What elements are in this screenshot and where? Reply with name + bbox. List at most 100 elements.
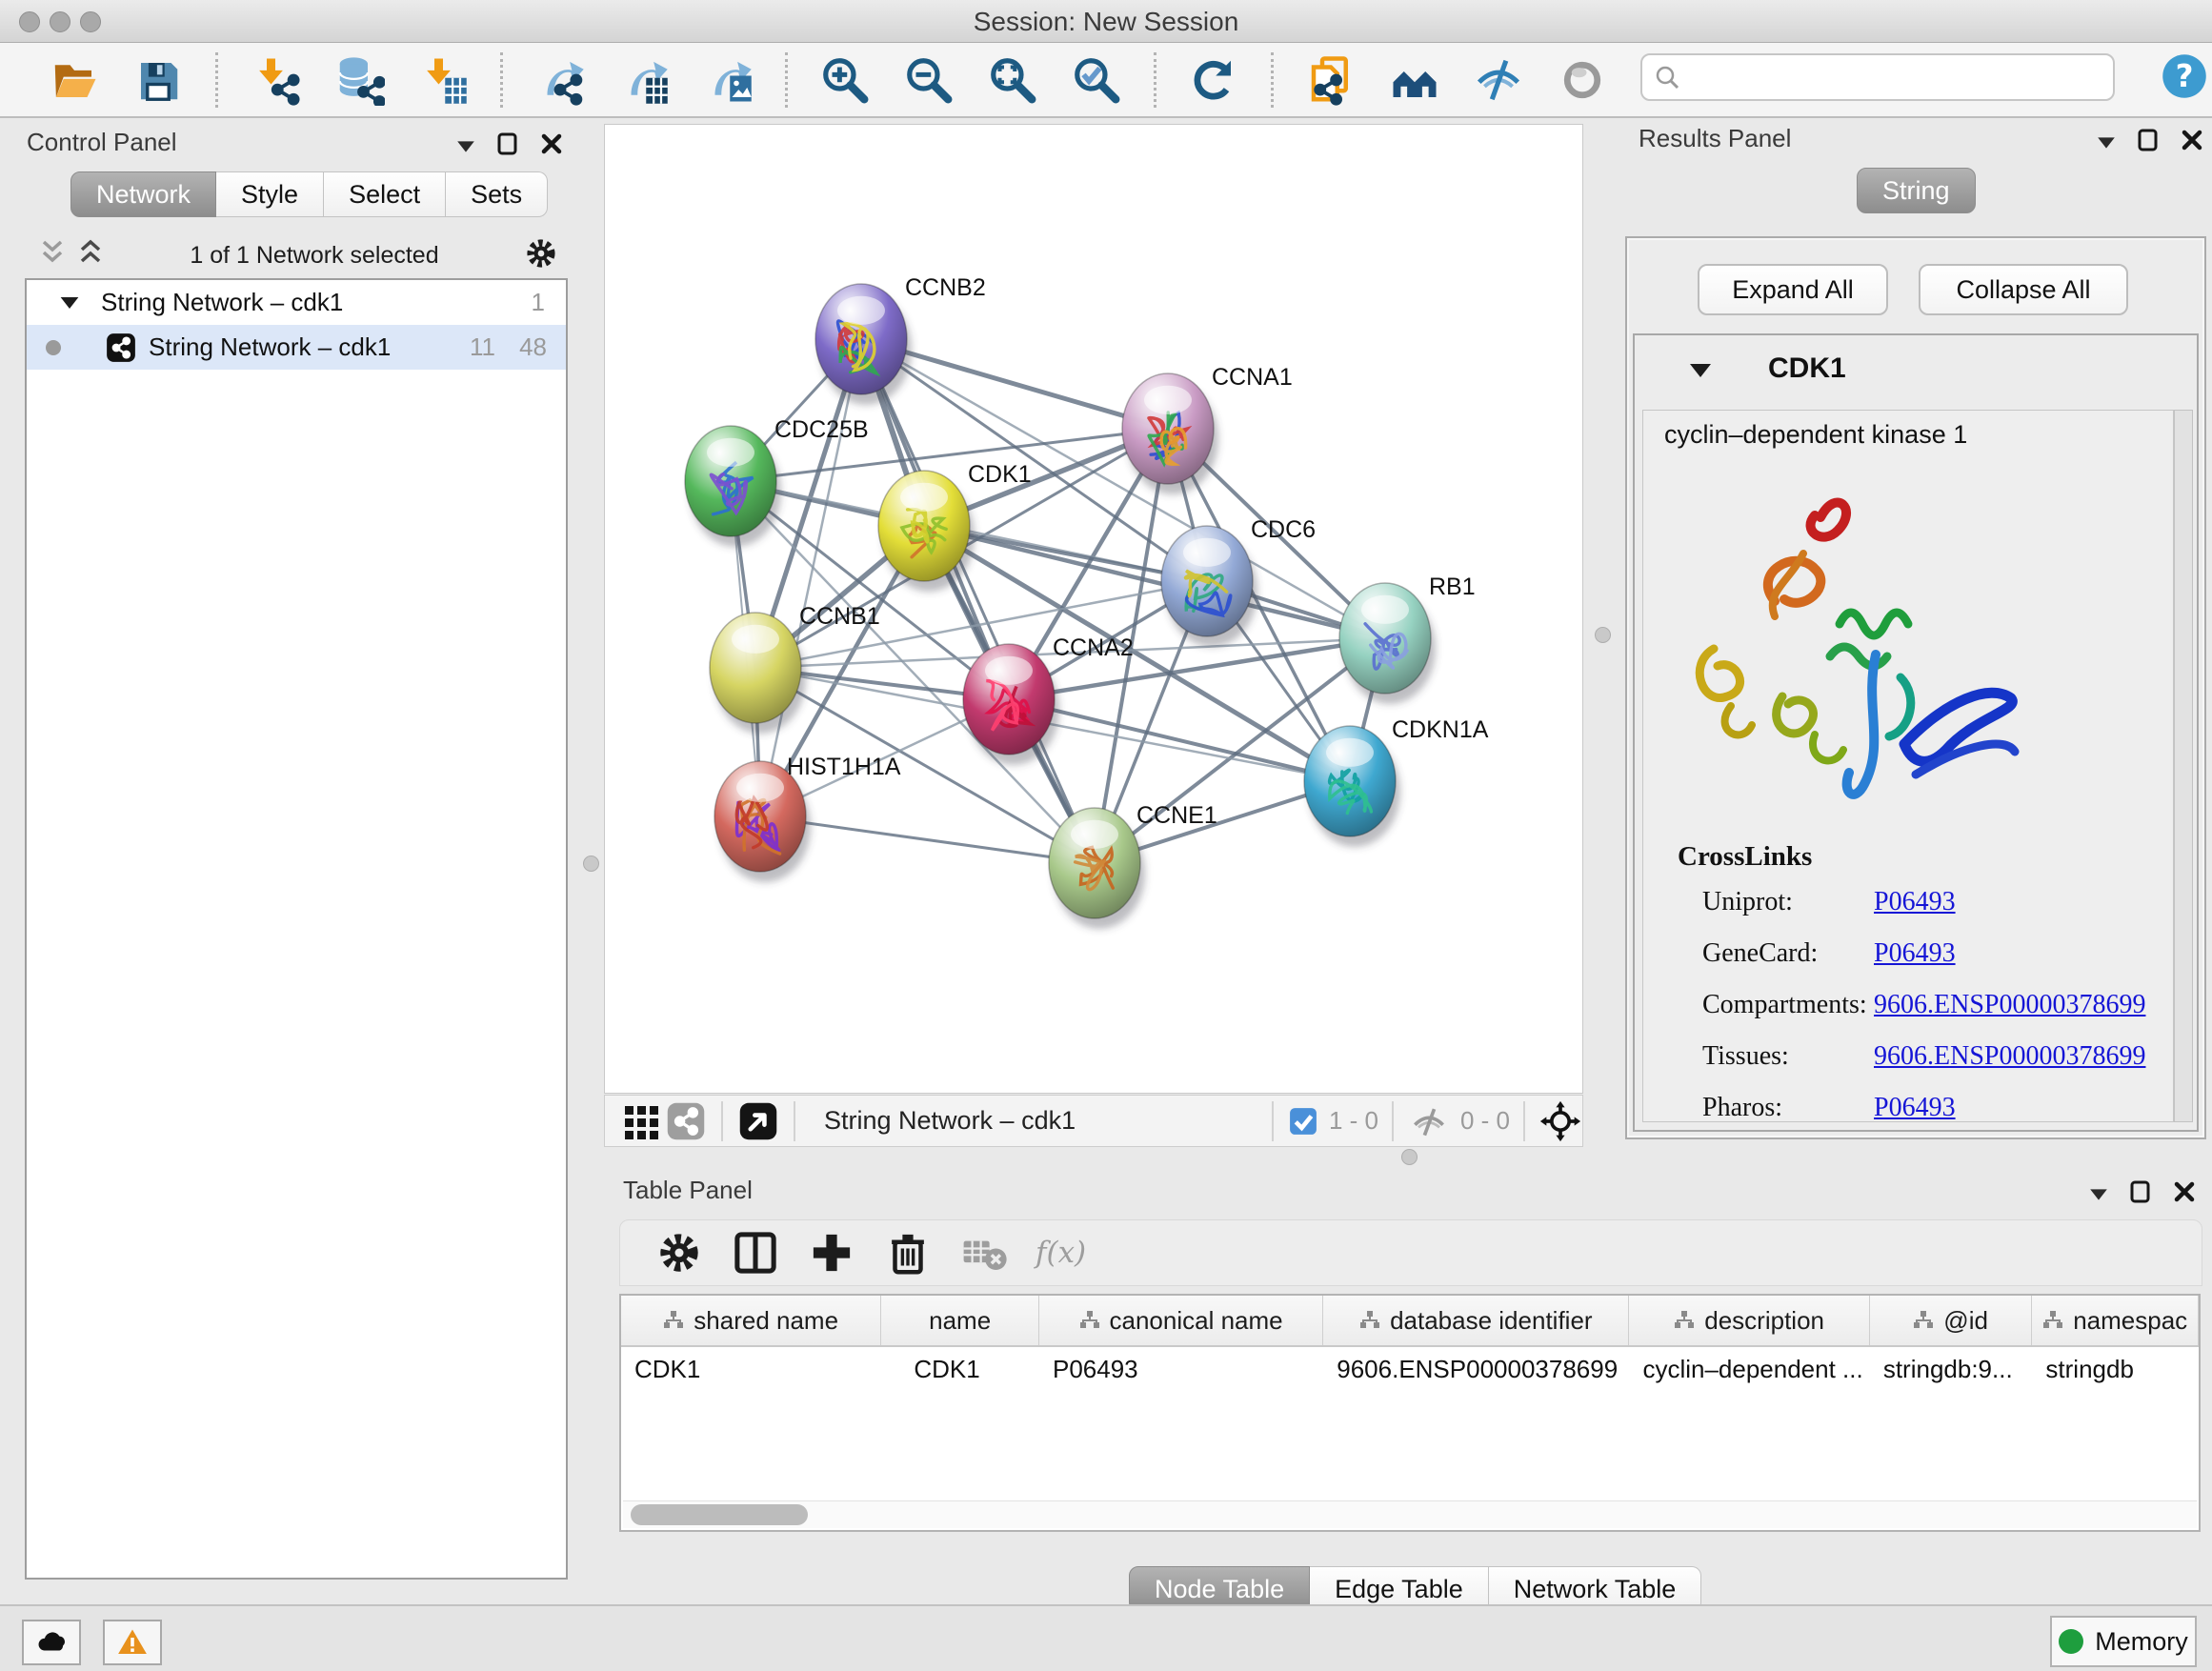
crosslink-link[interactable]: 9606.ENSP00000378699 [1874,1041,2145,1072]
column-header-description[interactable]: description [1629,1296,1869,1345]
network-node-HIST1H1A[interactable]: HIST1H1A [714,754,901,882]
hscroll-thumb[interactable] [631,1504,808,1525]
crosslink-link[interactable]: P06493 [1874,887,1956,917]
open-in-window-icon[interactable] [736,1099,780,1143]
horizontal-splitter-handle[interactable] [1401,1149,1418,1165]
close-panel-icon[interactable] [2172,1179,2197,1209]
network-graph[interactable]: CCNB2 CCNA1 CDC25BCDK1 CDC6RB1 CCNB1 CCNA2 CDK… [605,125,1582,1093]
import-table-icon[interactable] [415,52,471,108]
column-header-name[interactable]: name [881,1296,1039,1345]
export-network-icon[interactable] [533,52,588,108]
import-database-icon[interactable] [332,52,387,108]
table-cell[interactable]: CDK1 [881,1355,1039,1384]
column-header-databaseidentifier[interactable]: database identifier [1323,1296,1629,1345]
share-view-icon[interactable] [664,1099,708,1143]
warnings-button[interactable] [103,1620,162,1665]
table-cell[interactable]: stringdb:9... [1870,1355,2033,1384]
selected-checkbox[interactable] [1287,1099,1319,1143]
crosslink-link[interactable]: 9606.ENSP00000378699 [1874,990,2145,1020]
expand-all-icon[interactable] [74,237,107,274]
panel-menu-icon[interactable] [2090,1189,2107,1199]
hidden-eye-icon[interactable] [1407,1099,1451,1143]
cloud-status-button[interactable] [22,1620,81,1665]
network-node-CDC25B[interactable]: CDC25B [685,416,869,547]
table-hscrollbar[interactable] [623,1500,2197,1528]
column-header-namespac[interactable]: namespac [2032,1296,2199,1345]
crosslink-link[interactable]: P06493 [1874,938,1956,969]
tab-sets[interactable]: Sets [446,171,548,217]
zoom-fit-icon[interactable] [985,52,1040,108]
tab-select[interactable]: Select [324,171,446,217]
delete-table-icon[interactable] [956,1225,1012,1280]
float-panel-icon[interactable] [495,131,520,161]
show-columns-icon[interactable] [728,1225,783,1280]
collection-expander-icon[interactable] [61,297,79,309]
column-header-sharedname[interactable]: shared name [621,1296,881,1345]
table-row[interactable]: CDK1CDK1P064939606.ENSP00000378699cyclin… [621,1347,2199,1391]
results-scrollbar[interactable] [2174,410,2193,1122]
table-cell[interactable]: stringdb [2032,1355,2199,1384]
panel-menu-icon[interactable] [457,141,474,151]
network-node-RB1[interactable]: RB1 [1339,574,1476,704]
memory-button[interactable]: Memory [2050,1616,2197,1667]
network-edge[interactable] [861,339,1095,863]
network-edge[interactable] [760,339,861,816]
close-panel-icon[interactable] [2180,128,2204,157]
close-panel-icon[interactable] [539,131,564,161]
right-splitter-handle[interactable] [1595,627,1611,643]
network-node-CCNB2[interactable]: CCNB2 [815,274,986,405]
grid-view-icon[interactable] [620,1099,664,1143]
network-node-CCNA1[interactable]: CCNA1 [1122,364,1293,494]
table-cell[interactable]: P06493 [1039,1355,1323,1384]
refresh-icon[interactable] [1186,52,1241,108]
network-node-CDK1[interactable]: CDK1 [878,461,1032,592]
network-node-CCNB1[interactable]: CCNB1 [710,603,880,734]
column-header-canonicalname[interactable]: canonical name [1039,1296,1323,1345]
houses-icon[interactable] [1387,52,1442,108]
search-field[interactable] [1640,53,2115,101]
column-header-id[interactable]: @id [1870,1296,2033,1345]
node-label: CCNA2 [1053,634,1134,661]
table-cell[interactable]: cyclin–dependent ... [1629,1355,1869,1384]
open-session-icon[interactable] [47,52,102,108]
export-table-icon[interactable] [616,52,672,108]
search-input[interactable] [1680,57,2113,97]
import-network-icon[interactable] [248,52,303,108]
network-row[interactable]: String Network – cdk1 11 48 [27,325,566,370]
collapse-all-button[interactable]: Collapse All [1919,264,2128,315]
tab-style[interactable]: Style [216,171,324,217]
network-canvas[interactable]: CCNB2 CCNA1 CDC25BCDK1 CDC6RB1 CCNB1 CCNA2 CDK… [604,124,1583,1094]
left-splitter-handle[interactable] [583,856,599,872]
table-settings-gear-icon[interactable] [652,1225,707,1280]
crosslink-link[interactable]: P06493 [1874,1093,1956,1123]
zoom-out-icon[interactable] [901,52,956,108]
node-table[interactable]: shared namenamecanonical namedatabase id… [619,1294,2201,1532]
add-column-icon[interactable] [804,1225,859,1280]
network-node-CDKN1A[interactable]: CDKN1A [1304,716,1489,847]
delete-column-icon[interactable] [880,1225,935,1280]
export-image-icon[interactable] [700,52,755,108]
float-panel-icon[interactable] [2136,128,2161,157]
zoom-selected-icon[interactable] [1069,52,1124,108]
crosshair-icon[interactable] [1538,1099,1582,1143]
panel-menu-icon[interactable] [2098,137,2115,148]
expand-all-button[interactable]: Expand All [1698,264,1888,315]
zoom-in-icon[interactable] [817,52,873,108]
network-collection-row[interactable]: String Network – cdk1 1 [27,280,566,325]
network-options-gear-icon[interactable] [522,234,560,277]
network-node-CCNE1[interactable]: CCNE1 [1049,802,1217,929]
save-session-icon[interactable] [131,52,186,108]
network-node-CDC6[interactable]: CDC6 [1161,516,1316,647]
tab-string[interactable]: String [1857,168,1976,213]
collapse-all-icon[interactable] [36,237,69,274]
function-builder-icon[interactable]: f(x) [1036,1236,1086,1270]
grey-eye-icon[interactable] [1555,52,1610,108]
section-expander-icon[interactable] [1690,364,1711,377]
table-cell[interactable]: 9606.ENSP00000378699 [1323,1355,1629,1384]
tab-network[interactable]: Network [70,171,216,217]
string-document-icon[interactable] [1303,52,1358,108]
hide-eye-icon[interactable] [1471,52,1526,108]
table-cell[interactable]: CDK1 [621,1355,881,1384]
float-panel-icon[interactable] [2128,1179,2153,1209]
help-icon[interactable]: ? [2160,51,2209,101]
